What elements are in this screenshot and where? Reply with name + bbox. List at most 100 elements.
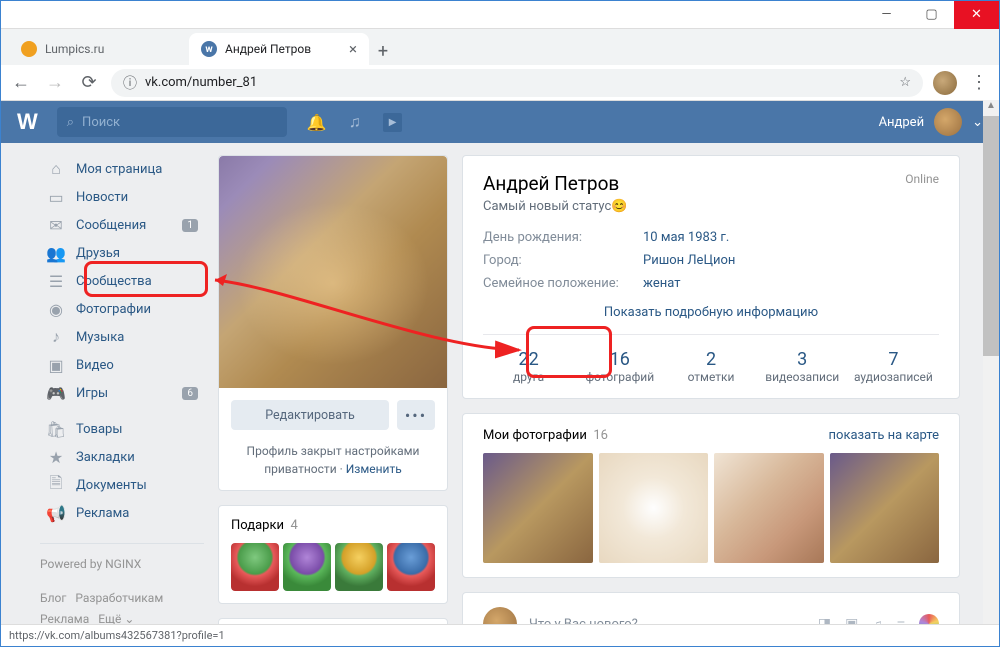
sidebar-label: Закладки [76, 450, 135, 465]
photo-thumb[interactable] [483, 453, 593, 563]
maximize-button[interactable]: ▢ [909, 1, 954, 29]
sidebar-item-music[interactable]: ♪Музыка [40, 323, 204, 351]
sidebar-item-market[interactable]: 🛍Товары [40, 415, 204, 443]
sidebar-item-photos[interactable]: ◉ Фотографии [40, 295, 204, 323]
info-value-marital[interactable]: женат [643, 276, 939, 291]
friends-icon: 👥 [46, 243, 66, 263]
photo-thumb[interactable] [830, 453, 940, 563]
footer-link-dev[interactable]: Разработчикам [75, 591, 163, 605]
back-button[interactable]: ← [9, 72, 33, 93]
tab-lumpics[interactable]: Lumpics.ru [9, 33, 189, 65]
counter-tags[interactable]: 2отметки [665, 349, 756, 384]
counter-photos[interactable]: 16фотографий [574, 349, 665, 384]
scrollbar[interactable]: ▲ [983, 100, 999, 624]
show-more-info-link[interactable]: Показать подробную информацию [483, 305, 939, 335]
sidebar-item-groups[interactable]: ☰Сообщества [40, 267, 204, 295]
sidebar-item-bookmarks[interactable]: ★Закладки [40, 443, 204, 471]
counter-audios[interactable]: 7аудиозаписей [848, 349, 939, 384]
tab-title: Андрей Петров [225, 42, 311, 56]
player-play-icon[interactable]: ▶ [383, 113, 403, 132]
chevron-down-icon: ⌄ [972, 115, 983, 130]
reload-button[interactable]: ⟳ [77, 72, 101, 93]
vk-logo-icon[interactable]: W [17, 109, 37, 135]
gift-item[interactable] [283, 543, 331, 591]
header-user[interactable]: Андрей ⌄ [879, 108, 983, 136]
site-info-icon[interactable]: ⓘ [123, 73, 137, 93]
info-value-birthday[interactable]: 10 мая 1983 г. [643, 230, 939, 245]
video-icon: ▣ [46, 355, 66, 375]
favicon-icon [21, 41, 37, 57]
home-icon: ⌂ [46, 159, 66, 179]
sidebar-label: Видео [76, 358, 114, 373]
photos-title[interactable]: Мои фотографии [483, 428, 587, 443]
header-username: Андрей [879, 115, 925, 130]
forward-button[interactable]: → [43, 72, 67, 93]
favicon-icon: w [201, 41, 217, 57]
notifications-icon[interactable]: 🔔 [307, 113, 327, 132]
gifts-title[interactable]: Подарки [231, 518, 284, 533]
search-icon: ⌕ [67, 115, 74, 130]
privacy-note: Профиль закрыт настройками приватности ·… [219, 442, 447, 490]
info-value-city[interactable]: Ришон ЛеЦион [643, 253, 939, 268]
gift-item[interactable] [335, 543, 383, 591]
scroll-up-icon[interactable]: ▲ [983, 100, 999, 116]
sidebar-item-news[interactable]: ▭ Новости [40, 183, 204, 211]
avatar-card: Редактировать ••• Профиль закрыт настрой… [218, 155, 448, 491]
sidebar-item-video[interactable]: ▣ Видео [40, 351, 204, 379]
left-column: Редактировать ••• Профиль закрыт настрой… [218, 155, 448, 646]
new-tab-button[interactable]: + [369, 37, 397, 65]
news-icon: ▭ [46, 187, 66, 207]
gift-item[interactable] [231, 543, 279, 591]
edit-profile-button[interactable]: Редактировать [231, 400, 389, 430]
sidebar-item-games[interactable]: 🎮Игры6 [40, 379, 204, 407]
url-input[interactable]: ⓘ vk.com/number_81 ☆ [111, 69, 923, 97]
photo-thumb[interactable] [714, 453, 824, 563]
badge: 1 [182, 219, 198, 232]
header-icons: 🔔 ♫ ▶ [307, 112, 403, 132]
info-label: Город: [483, 253, 643, 268]
megaphone-icon: 📢 [46, 503, 66, 523]
sidebar-item-messages[interactable]: ✉Сообщения1 [40, 211, 204, 239]
bookmark-star-icon[interactable]: ☆ [899, 75, 911, 90]
close-button[interactable]: ✕ [954, 1, 999, 29]
sidebar-item-my-page[interactable]: ⌂ Моя страница [40, 155, 204, 183]
sidebar: ⌂ Моя страница ▭ Новости ✉Сообщения1 👥Друз… [40, 155, 204, 646]
profile-photo[interactable] [219, 156, 447, 388]
sidebar-item-ads[interactable]: 📢Реклама [40, 499, 204, 527]
gifts-card: Подарки 4 [218, 505, 448, 604]
more-actions-button[interactable]: ••• [397, 400, 435, 430]
footer-link-blog[interactable]: Блог [40, 591, 66, 605]
counter-friends[interactable]: 22друга [483, 349, 574, 384]
sidebar-item-friends[interactable]: 👥Друзья [40, 239, 204, 267]
status-url: https://vk.com/albums432567381?profile=1 [9, 629, 225, 642]
messages-icon: ✉ [46, 215, 66, 235]
profile-card: Андрей Петров Самый новый статус😊 Online… [462, 155, 960, 399]
sidebar-label: Фотографии [76, 302, 151, 317]
music-icon[interactable]: ♫ [349, 112, 361, 132]
close-tab-icon[interactable]: × [349, 40, 357, 58]
vk-body: ⌂ Моя страница ▭ Новости ✉Сообщения1 👥Друз… [1, 143, 999, 646]
counter-videos[interactable]: 3видеозаписи [757, 349, 848, 384]
info-label: Семейное положение: [483, 276, 643, 291]
profile-status[interactable]: Самый новый статус😊 [483, 199, 627, 214]
profile-avatar-icon[interactable] [933, 71, 957, 95]
sidebar-item-docs[interactable]: 🗎Документы [40, 471, 204, 499]
privacy-change-link[interactable]: Изменить [346, 462, 402, 476]
search-input[interactable]: ⌕ Поиск [57, 107, 287, 137]
show-on-map-link[interactable]: показать на карте [829, 428, 939, 443]
gift-item[interactable] [387, 543, 435, 591]
tab-vk-profile[interactable]: w Андрей Петров × [189, 33, 369, 65]
market-icon: 🛍 [46, 419, 66, 439]
sidebar-label: Новости [76, 190, 128, 205]
browser-window: — ▢ ✕ Lumpics.ru w Андрей Петров × + ← →… [0, 0, 1000, 647]
sidebar-label: Моя страница [76, 162, 162, 177]
camera-icon: ◉ [46, 299, 66, 319]
info-label: День рождения: [483, 230, 643, 245]
scroll-thumb[interactable] [983, 116, 999, 356]
menu-button[interactable]: ⋮ [967, 72, 991, 93]
minimize-button[interactable]: — [864, 1, 909, 29]
powered-by: Powered by NGINX [40, 554, 204, 576]
vk-header: W ⌕ Поиск 🔔 ♫ ▶ Андрей ⌄ [1, 101, 999, 143]
address-bar: ← → ⟳ ⓘ vk.com/number_81 ☆ ⋮ [1, 65, 999, 101]
photo-thumb[interactable] [599, 453, 709, 563]
